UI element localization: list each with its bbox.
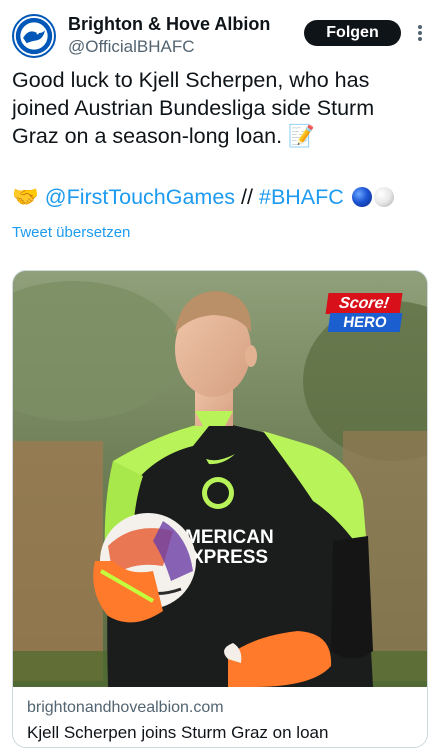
- hashtag-link[interactable]: #BHAFC: [259, 185, 344, 209]
- brighton-crest-icon: [15, 17, 53, 55]
- account-handle[interactable]: @OfficialBHAFC: [68, 37, 195, 57]
- shirt-sponsor-line2: XPRESS: [191, 547, 268, 568]
- translate-tweet-link[interactable]: Tweet übersetzen: [12, 224, 130, 241]
- card-footer[interactable]: brightonandhovealbion.com Kjell Scherpen…: [13, 687, 427, 747]
- separator-text: //: [241, 185, 253, 209]
- card-image[interactable]: MERICAN XPRESS Score! HERO: [13, 271, 427, 687]
- link-card[interactable]: MERICAN XPRESS Score! HERO brightonandho…: [12, 270, 428, 748]
- more-options-icon[interactable]: [410, 22, 430, 44]
- player-photo: MERICAN XPRESS: [13, 271, 427, 687]
- shirt-sponsor-line1: MERICAN: [185, 527, 274, 548]
- white-circle-icon: [373, 187, 394, 207]
- follow-button[interactable]: Folgen: [304, 20, 401, 46]
- mention-link[interactable]: @FirstTouchGames: [45, 185, 235, 209]
- card-domain: brightonandhovealbion.com: [27, 699, 224, 716]
- score-hero-logo: Score! HERO: [325, 293, 403, 333]
- tweet-body: Good luck to Kjell Scherpen, who has joi…: [12, 68, 375, 148]
- badge-hero-text: HERO: [327, 313, 403, 332]
- tweet-text: Good luck to Kjell Scherpen, who has joi…: [12, 66, 424, 150]
- blue-circle-icon: [351, 187, 372, 207]
- badge-score-text: Score!: [325, 293, 403, 314]
- tweet-tags-line: 🤝 @FirstTouchGames // #BHAFC: [12, 183, 432, 211]
- account-name[interactable]: Brighton & Hove Albion: [68, 14, 270, 35]
- tweet-header: Brighton & Hove Albion @OfficialBHAFC Fo…: [0, 0, 440, 64]
- account-avatar[interactable]: [12, 14, 56, 58]
- memo-emoji: 📝: [288, 124, 315, 148]
- card-title[interactable]: Kjell Scherpen joins Sturm Graz on loan: [27, 723, 328, 743]
- handshake-icon: 🤝: [12, 185, 39, 209]
